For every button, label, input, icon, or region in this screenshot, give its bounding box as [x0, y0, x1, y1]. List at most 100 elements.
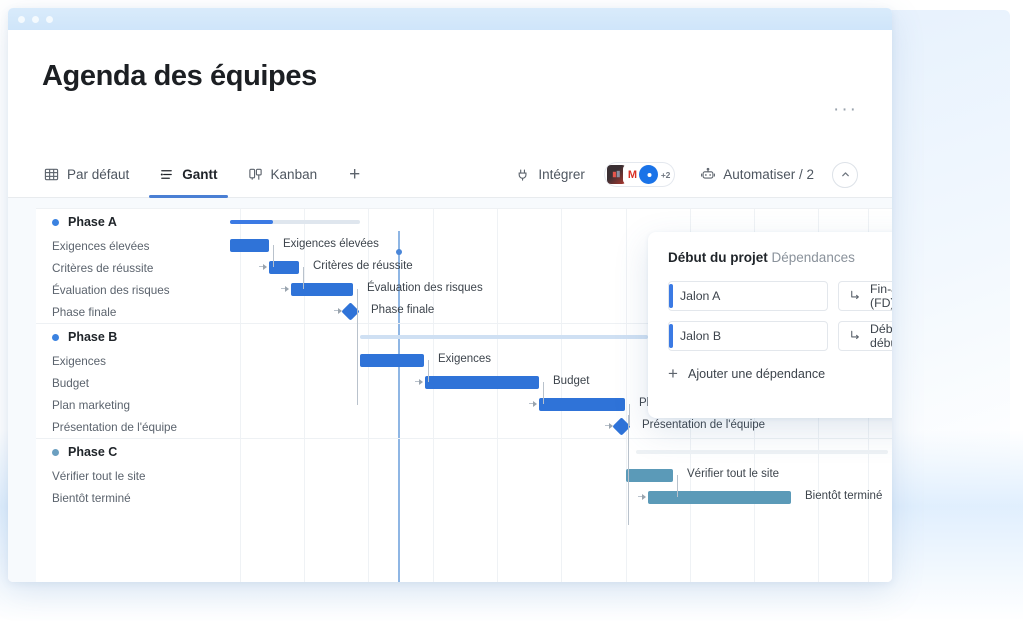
- task-lane: Vérifier tout le site: [226, 465, 892, 487]
- task-row-label[interactable]: Évaluation des risques: [36, 279, 226, 301]
- popover-title: Début du projet Dépendances: [668, 250, 892, 265]
- page-header: Agenda des équipes: [8, 30, 892, 93]
- task-name-column: Phase A Exigences élevéesCritères de réus…: [36, 209, 226, 582]
- apps-more-badge[interactable]: +2: [661, 170, 670, 180]
- task-lane: Présentation de l'équipe: [226, 416, 892, 438]
- dependency-arrow: [609, 423, 613, 429]
- task-bar[interactable]: [539, 398, 625, 411]
- dependency-type-label: Début-à-début (DD): [870, 322, 892, 350]
- dependency-connector: [428, 360, 429, 382]
- spacer-row: [36, 509, 226, 531]
- task-row-label[interactable]: Présentation de l'équipe: [36, 416, 226, 438]
- automate-button[interactable]: Automatiser / 2: [700, 167, 814, 182]
- app-root: Agenda des équipes ···: [0, 0, 1023, 621]
- tab-gantt[interactable]: Gantt: [157, 152, 219, 198]
- task-group-header[interactable]: Phase C: [36, 439, 226, 465]
- dependency-arrow: [642, 494, 646, 500]
- group-name: Phase B: [68, 330, 117, 344]
- popover-title-task: Début du projet: [668, 250, 768, 265]
- dependency-type-label: Fin-à-début (FD): [870, 282, 892, 310]
- page-title: Agenda des équipes: [42, 60, 858, 93]
- cross-group-connector: [357, 295, 358, 405]
- task-row-label[interactable]: Plan marketing: [36, 394, 226, 416]
- task-row-label[interactable]: Vérifier tout le site: [36, 465, 226, 487]
- task-row-label[interactable]: Phase finale: [36, 301, 226, 323]
- task-group-header[interactable]: Phase B: [36, 324, 226, 350]
- group-color-dot: [52, 219, 59, 226]
- task-group: Phase CVérifier tout le siteBientôt term…: [36, 438, 226, 531]
- browser-window: Agenda des équipes ···: [8, 8, 892, 582]
- task-row-label[interactable]: Exigences élevées: [36, 235, 226, 257]
- dependency-name-field[interactable]: Jalon B: [668, 321, 828, 351]
- dependency-arrow: [419, 379, 423, 385]
- more-options-icon[interactable]: ···: [833, 100, 858, 119]
- task-group-header[interactable]: Phase A: [36, 209, 226, 235]
- task-bar-label: Exigences élevées: [283, 238, 379, 250]
- tab-kanban[interactable]: Kanban: [246, 152, 320, 198]
- task-bar[interactable]: [360, 354, 424, 367]
- task-bar-label: Exigences: [438, 353, 491, 365]
- task-row-label[interactable]: Critères de réussite: [36, 257, 226, 279]
- task-row-label[interactable]: Bientôt terminé: [36, 487, 226, 509]
- plug-integration-icon: [516, 167, 531, 182]
- collapse-panel-button[interactable]: [832, 162, 858, 188]
- window-dot-maximize[interactable]: [32, 16, 39, 23]
- plus-icon: +: [668, 365, 678, 382]
- gmail-glyph: M: [628, 169, 637, 181]
- dependency-type-select[interactable]: Fin-à-début (FD): [838, 281, 892, 311]
- tab-label: Kanban: [271, 167, 318, 182]
- task-bar[interactable]: [648, 491, 791, 504]
- task-bar-label: Critères de réussite: [313, 260, 413, 272]
- group-summary-bar[interactable]: [230, 220, 360, 224]
- task-bar[interactable]: [291, 283, 353, 296]
- task-row-label[interactable]: Exigences: [36, 350, 226, 372]
- dependency-type-select[interactable]: Début-à-début (DD): [838, 321, 892, 351]
- integrate-label: Intégrer: [538, 167, 585, 182]
- dependency-connector: [543, 382, 544, 404]
- window-dot-close[interactable]: [46, 16, 53, 23]
- window-dot-minimize[interactable]: [18, 16, 25, 23]
- table-grid-icon: [44, 167, 59, 182]
- app-icon-blue[interactable]: [639, 165, 658, 184]
- add-dependency-button[interactable]: + Ajouter une dépendance: [668, 365, 892, 382]
- task-bar-label: Présentation de l'équipe: [642, 419, 765, 431]
- task-group: Phase A Exigences élevéesCritères de réus…: [36, 209, 226, 323]
- dependency-link-icon: [848, 289, 862, 303]
- group-color-dot: [52, 334, 59, 341]
- dependency-name-field[interactable]: Jalon A: [668, 281, 828, 311]
- window-titlebar: [8, 8, 892, 30]
- group-color-dot: [52, 449, 59, 456]
- tab-par-defaut[interactable]: Par défaut: [42, 152, 131, 198]
- dependency-row: Jalon A Fin-à-début (FD): [668, 281, 892, 311]
- integrate-button[interactable]: Intégrer: [516, 167, 585, 182]
- dependency-connector: [677, 475, 678, 497]
- group-summary-lane: [226, 439, 892, 465]
- dependency-arrow: [338, 308, 342, 314]
- group-summary-bar[interactable]: [636, 450, 888, 454]
- group-summary-bar[interactable]: [360, 335, 648, 339]
- chevron-up-icon: [840, 169, 851, 180]
- view-tabs: Par défaut Gantt: [42, 152, 360, 198]
- cross-group-connector: [628, 415, 629, 525]
- add-view-button[interactable]: +: [349, 165, 360, 184]
- group-name: Phase A: [68, 215, 117, 229]
- task-group: Phase B ExigencesBudgetPlan marketingPrés…: [36, 323, 226, 438]
- dependencies-popover[interactable]: Début du projet Dépendances Jalon A Fin-…: [648, 232, 892, 418]
- dependency-arrow: [263, 264, 267, 270]
- task-row-label[interactable]: Budget: [36, 372, 226, 394]
- kanban-columns-icon: [248, 167, 263, 182]
- dependency-connector: [629, 404, 630, 426]
- gantt-lines-icon: [159, 167, 174, 182]
- dependency-arrow: [533, 401, 537, 407]
- task-bar-label: Budget: [553, 375, 589, 387]
- dependency-row: Jalon B Début-à-début (DD): [668, 321, 892, 351]
- task-bar[interactable]: [425, 376, 539, 389]
- dependency-link-icon: [848, 329, 862, 343]
- task-bar[interactable]: [230, 239, 269, 252]
- task-bar[interactable]: [626, 469, 673, 482]
- popover-title-section: Dépendances: [772, 250, 855, 265]
- task-bar-label: Évaluation des risques: [367, 282, 483, 294]
- integration-apps[interactable]: M +2: [605, 163, 674, 186]
- automate-label: Automatiser / 2: [723, 167, 814, 182]
- lane-group: Vérifier tout le siteBientôt terminé: [226, 438, 892, 531]
